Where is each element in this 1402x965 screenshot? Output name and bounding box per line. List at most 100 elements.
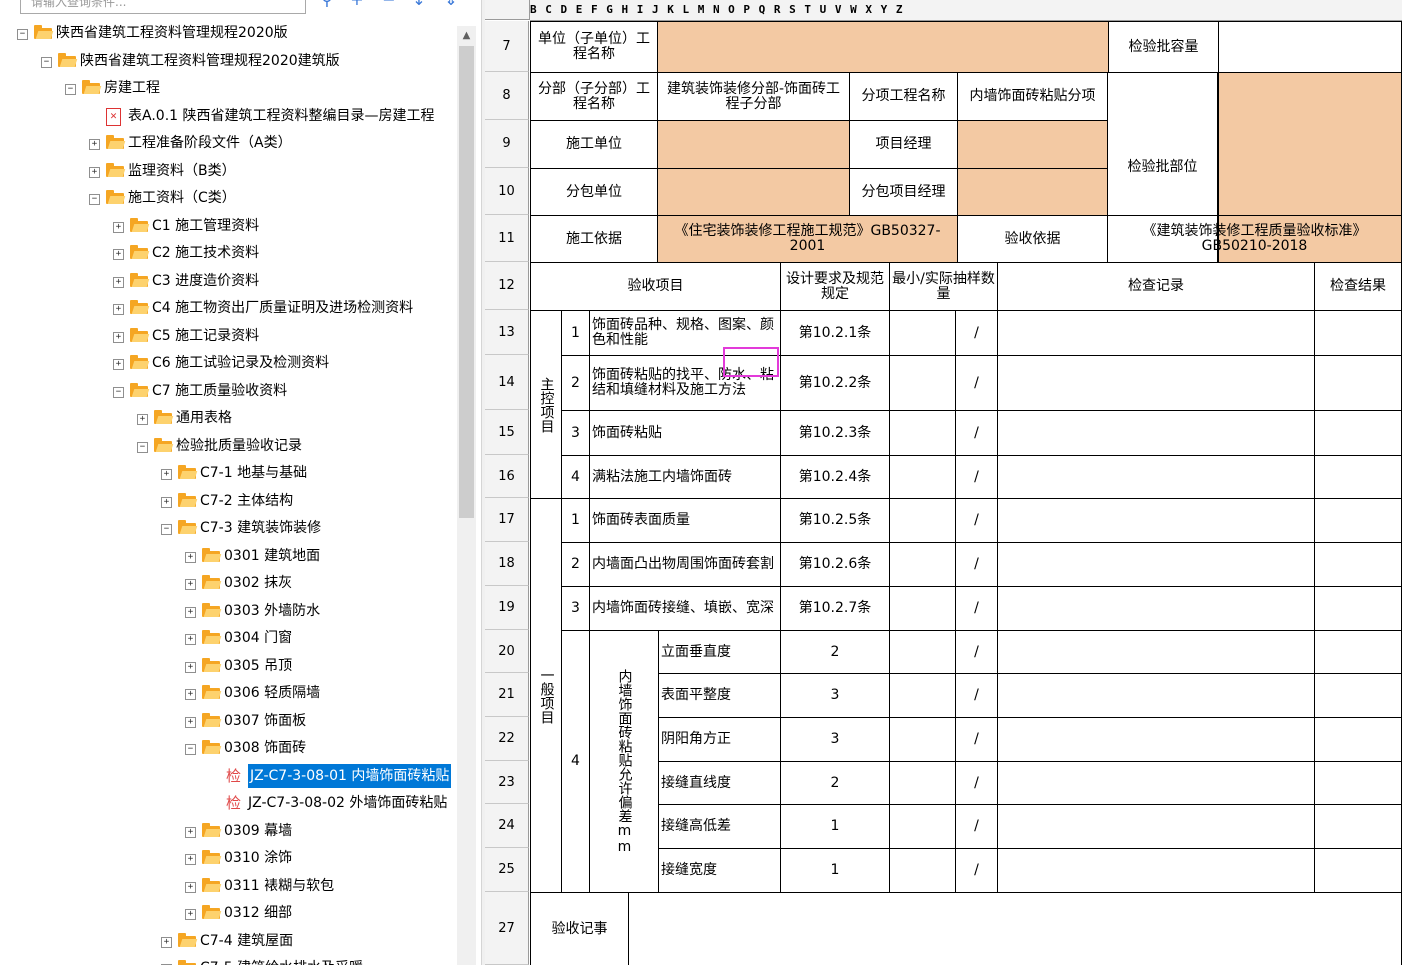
- tree-node-label[interactable]: 检验批质量验收记录: [176, 434, 302, 458]
- row-header[interactable]: 11: [485, 215, 529, 262]
- tree-node-label[interactable]: 房建工程: [104, 76, 160, 100]
- inspection-result[interactable]: [1314, 355, 1402, 411]
- tree-node-label[interactable]: C5 施工记录资料: [152, 324, 259, 348]
- sample-min[interactable]: [889, 673, 956, 718]
- tree-node[interactable]: +0305 吊顶: [0, 654, 457, 678]
- inspection-record[interactable]: [997, 455, 1315, 499]
- tree-node[interactable]: +0309 幕墙: [0, 819, 457, 843]
- item-description[interactable]: 内墙面凸出物周围饰面砖套割: [589, 542, 781, 587]
- tree-node-label[interactable]: 0308 饰面砖: [224, 736, 306, 760]
- tree-node-label[interactable]: 陕西省建筑工程资料管理规程2020版: [56, 21, 288, 45]
- item-rule[interactable]: 第10.2.1条: [780, 310, 890, 356]
- inspection-result[interactable]: [1314, 310, 1402, 356]
- row-header[interactable]: 24: [485, 804, 529, 848]
- tree-node-label[interactable]: 0301 建筑地面: [224, 544, 320, 568]
- sample-min[interactable]: [889, 498, 956, 543]
- tree-scrollbar[interactable]: ▲: [457, 26, 476, 965]
- expand-icon[interactable]: +: [185, 551, 196, 563]
- header-acceptance-item[interactable]: 验收项目: [530, 262, 781, 311]
- row-header[interactable]: 14: [485, 355, 529, 410]
- remarks-value[interactable]: [628, 892, 1402, 965]
- header-sample-count[interactable]: 最小/实际抽样数量: [889, 262, 998, 311]
- tree-node-label[interactable]: 0304 门窗: [224, 626, 292, 650]
- sample-min[interactable]: [889, 410, 956, 456]
- row-header[interactable]: 21: [485, 673, 529, 717]
- inspection-record[interactable]: [997, 586, 1315, 631]
- sample-min[interactable]: [889, 542, 956, 587]
- row-header[interactable]: 23: [485, 761, 529, 804]
- collapse-node-icon[interactable]: −: [41, 56, 52, 68]
- item-description[interactable]: 内墙饰面砖接缝、填嵌、宽深: [589, 586, 781, 631]
- subcontractor-value[interactable]: [657, 168, 850, 216]
- tree-node-label[interactable]: C7 施工质量验收资料: [152, 379, 287, 403]
- subcontractor-label[interactable]: 分包单位: [530, 168, 658, 216]
- sample-slash[interactable]: /: [955, 455, 998, 499]
- tree-node[interactable]: − 0308 饰面砖: [0, 736, 457, 760]
- expand-icon[interactable]: +: [113, 249, 124, 260]
- collapse-node-icon[interactable]: −: [137, 441, 148, 453]
- inspection-result[interactable]: [1314, 848, 1402, 893]
- item-rule[interactable]: 第10.2.7条: [780, 586, 890, 631]
- row-header[interactable]: 10: [485, 168, 529, 215]
- row-header[interactable]: 13: [485, 310, 529, 355]
- tree-node[interactable]: + C2 施工技术资料: [0, 241, 457, 265]
- general-items-label[interactable]: 一般项目: [530, 498, 562, 893]
- sample-slash[interactable]: /: [955, 717, 998, 762]
- inspection-record[interactable]: [997, 310, 1315, 356]
- batch-capacity-label[interactable]: 检验批容量: [1108, 21, 1219, 73]
- tree-node[interactable]: − 检验批质量验收记录: [0, 434, 457, 458]
- inspection-result[interactable]: [1314, 410, 1402, 456]
- item-rule[interactable]: 第10.2.3条: [780, 410, 890, 456]
- tree-node[interactable]: − C7-3 建筑装饰装修: [0, 516, 457, 540]
- expand-icon[interactable]: +: [185, 661, 196, 673]
- row-header[interactable]: 15: [485, 410, 529, 455]
- tree-node[interactable]: + 监理资料（B类）: [0, 159, 457, 183]
- tree-node-label[interactable]: 通用表格: [176, 406, 232, 430]
- row-header[interactable]: 17: [485, 498, 529, 542]
- item-number[interactable]: 4: [561, 455, 590, 499]
- expand-icon[interactable]: +: [185, 606, 196, 618]
- scroll-thumb[interactable]: [459, 46, 474, 518]
- item-number[interactable]: 1: [561, 498, 590, 543]
- down-icon[interactable]: ⇓: [442, 0, 460, 10]
- expand-icon[interactable]: +: [113, 276, 124, 288]
- tree-node-label[interactable]: JZ-C7-3-08-02 外墙饰面砖粘贴: [248, 791, 447, 815]
- sample-slash[interactable]: /: [955, 630, 998, 674]
- tree-node-label[interactable]: C1 施工管理资料: [152, 214, 259, 238]
- subitem-label[interactable]: 分项工程名称: [849, 72, 958, 121]
- row-header[interactable]: 8: [485, 72, 529, 120]
- tree-node-label[interactable]: C7-1 地基与基础: [200, 461, 307, 485]
- tree-node-label[interactable]: C4 施工物资出厂质量证明及进场检测资料: [152, 296, 413, 320]
- tolerance-value[interactable]: 1: [780, 804, 890, 849]
- inspection-record[interactable]: [997, 498, 1315, 543]
- main-items-label[interactable]: 主控项目: [530, 310, 562, 499]
- tree-node[interactable]: + C5 施工记录资料: [0, 324, 457, 348]
- tolerance-item[interactable]: 立面垂直度: [658, 630, 781, 674]
- collapse-node-icon[interactable]: −: [17, 29, 28, 40]
- column-headers[interactable]: B C D E F G H I J K L M N O P Q R S T U …: [530, 0, 1402, 21]
- tree-node[interactable]: +0311 裱糊与软包: [0, 874, 457, 898]
- collapse-node-icon[interactable]: −: [161, 524, 172, 535]
- sample-slash[interactable]: /: [955, 673, 998, 718]
- item-number[interactable]: 3: [561, 586, 590, 631]
- inspection-record[interactable]: [997, 717, 1315, 762]
- tree-node[interactable]: − 陕西省建筑工程资料管理规程2020建筑版: [0, 49, 457, 73]
- row-header[interactable]: 16: [485, 455, 529, 498]
- expand-icon[interactable]: +: [185, 826, 196, 838]
- sample-min[interactable]: [889, 586, 956, 631]
- minus-icon[interactable]: −: [380, 0, 398, 10]
- tolerance-item[interactable]: 接缝宽度: [658, 848, 781, 893]
- tree-node-label[interactable]: C3 进度造价资料: [152, 269, 259, 293]
- tolerance-item[interactable]: 接缝高低差: [658, 804, 781, 849]
- row-header[interactable]: 25: [485, 848, 529, 892]
- tree-node[interactable]: +0312 细部: [0, 901, 457, 925]
- inspection-record[interactable]: [997, 410, 1315, 456]
- expand-icon[interactable]: +: [185, 579, 196, 590]
- collapse-node-icon[interactable]: −: [113, 386, 124, 398]
- tolerance-group-label[interactable]: 内墙饰面砖粘贴允许偏差mm: [589, 630, 659, 893]
- tree-node[interactable]: + 通用表格: [0, 406, 457, 430]
- acceptance-basis-label[interactable]: 验收依据: [957, 215, 1108, 263]
- tolerance-value[interactable]: 2: [780, 630, 890, 674]
- tree-node[interactable]: +0310 涂饰: [0, 846, 457, 870]
- project-manager-label[interactable]: 项目经理: [849, 120, 958, 169]
